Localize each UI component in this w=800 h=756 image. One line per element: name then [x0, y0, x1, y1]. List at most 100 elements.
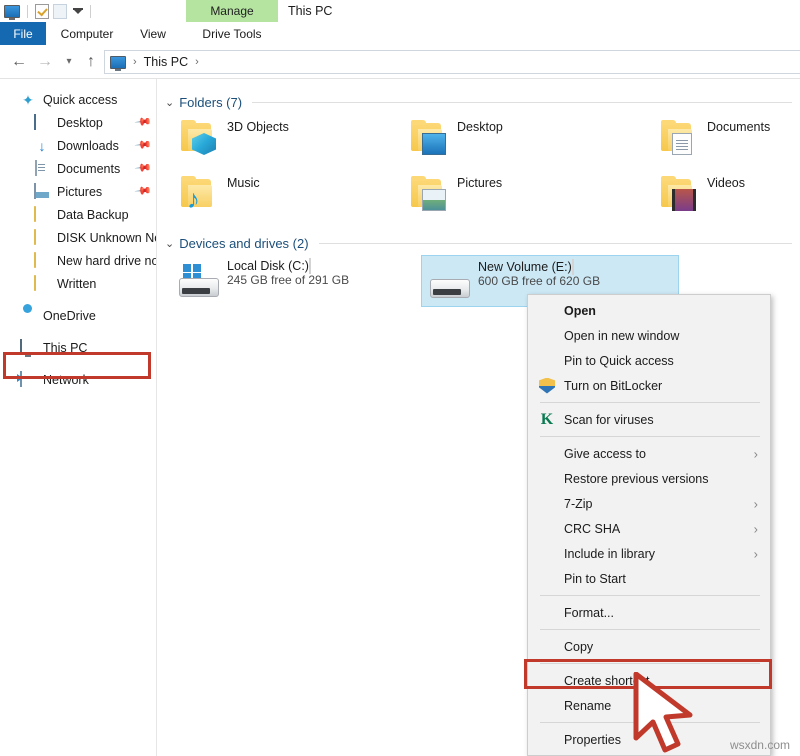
music-note-glyph: ♪	[187, 189, 211, 211]
up-arrow-icon[interactable]: ↑	[80, 51, 102, 73]
sidebar-item-this-pc[interactable]: This PC	[0, 336, 156, 359]
drive-name: Local Disk (C:)	[227, 259, 309, 273]
menu-item-turn-on-bitlocker[interactable]: Turn on BitLocker	[528, 373, 770, 398]
chevron-right-icon: ›	[754, 447, 758, 460]
breadcrumb-separator: ›	[133, 56, 137, 68]
menu-separator	[540, 595, 760, 596]
folder-tile-desktop[interactable]: Desktop	[409, 119, 599, 167]
pictures-icon	[34, 184, 50, 200]
sidebar-item-documents[interactable]: Documents 📌	[0, 157, 156, 180]
folder-tile-3d-objects[interactable]: 3D Objects	[179, 119, 369, 167]
menu-separator	[540, 402, 760, 403]
folder-tile-videos[interactable]: Videos	[659, 175, 800, 223]
drive-tile-local-disk-c[interactable]: Local Disk (C:) 245 GB free of 291 GB	[171, 255, 429, 307]
menu-item-format[interactable]: Format...	[528, 600, 770, 625]
group-header-devices-and-drives[interactable]: ⌄ Devices and drives (2)	[165, 234, 792, 252]
sidebar-item-network[interactable]: Network	[0, 368, 156, 391]
contextual-group-manage: Manage	[186, 0, 278, 22]
sidebar-item-written[interactable]: Written	[0, 272, 156, 295]
menu-item-give-access-to[interactable]: Give access to ›	[528, 441, 770, 466]
menu-item-open-in-new-window[interactable]: Open in new window	[528, 323, 770, 348]
folder-tile-music[interactable]: ♪ Music	[179, 175, 369, 223]
this-pc-icon	[110, 56, 126, 69]
kaspersky-icon: K	[539, 412, 555, 428]
sidebar-item-quick-access[interactable]: ✦ Quick access	[0, 88, 156, 111]
menu-item-pin-to-quick-access[interactable]: Pin to Quick access	[528, 348, 770, 373]
shield-icon	[539, 378, 555, 394]
cloud-icon	[20, 308, 36, 324]
back-arrow-icon[interactable]: ←	[8, 51, 30, 73]
breadcrumb-separator: ›	[195, 56, 199, 68]
watermark: wsxdn.com	[730, 738, 790, 752]
sidebar-item-pictures[interactable]: Pictures 📌	[0, 180, 156, 203]
quick-access-toolbar[interactable]	[4, 2, 94, 20]
this-pc-icon[interactable]	[4, 5, 20, 18]
menu-separator	[540, 629, 760, 630]
folder-icon	[659, 175, 699, 209]
menu-item-pin-to-start[interactable]: Pin to Start	[528, 566, 770, 591]
photo-glyph	[422, 189, 446, 211]
chevron-down-icon[interactable]: ⌄	[165, 96, 174, 109]
star-icon: ✦	[20, 92, 36, 108]
capacity-bar	[572, 259, 574, 275]
menu-item-open[interactable]: Open	[528, 298, 770, 323]
navigation-bar: ← → ▾ ↑ › This PC ›	[0, 45, 800, 79]
menu-item-restore-previous-versions[interactable]: Restore previous versions	[528, 466, 770, 491]
forward-arrow-icon[interactable]: →	[34, 51, 56, 73]
menu-item-crc-sha[interactable]: CRC SHA ›	[528, 516, 770, 541]
pin-icon: 📌	[133, 183, 148, 199]
menu-item-copy[interactable]: Copy	[528, 634, 770, 659]
toolbar-divider	[90, 5, 91, 18]
group-divider	[252, 102, 792, 103]
video-glyph	[672, 189, 696, 211]
pin-icon: 📌	[133, 160, 148, 176]
sidebar-item-disk-unknown-not[interactable]: DISK Unknown Not	[0, 226, 156, 249]
folder-icon	[34, 230, 50, 246]
sidebar-item-desktop[interactable]: Desktop 📌	[0, 111, 156, 134]
new-folder-icon[interactable]	[53, 4, 67, 19]
group-title: Folders (7)	[179, 95, 242, 110]
tab-view[interactable]: View	[130, 22, 176, 45]
tab-file[interactable]: File	[0, 22, 46, 45]
customize-dropdown-icon[interactable]	[73, 9, 83, 14]
navigation-pane: ✦ Quick access Desktop 📌 ↓ Downloads 📌 D…	[0, 79, 157, 756]
this-pc-icon	[20, 340, 36, 356]
chevron-down-icon[interactable]: ⌄	[165, 237, 174, 250]
documents-icon	[34, 161, 50, 177]
breadcrumb-this-pc[interactable]: This PC	[144, 55, 188, 69]
folder-icon	[659, 119, 699, 153]
drive-free-space: 600 GB free of 620 GB	[478, 274, 600, 288]
hard-drive-icon	[175, 264, 223, 304]
hard-drive-icon	[426, 265, 474, 305]
menu-item-7-zip[interactable]: 7-Zip ›	[528, 491, 770, 516]
group-divider	[319, 243, 792, 244]
chevron-right-icon: ›	[754, 547, 758, 560]
properties-icon[interactable]	[35, 4, 49, 19]
folder-tile-documents[interactable]: Documents	[659, 119, 800, 167]
folder-tile-pictures[interactable]: Pictures	[409, 175, 599, 223]
tab-computer[interactable]: Computer	[52, 22, 122, 45]
ribbon-tabstrip: File Computer View Drive Tools	[0, 22, 800, 46]
drive-name: New Volume (E:)	[478, 260, 572, 274]
menu-separator	[540, 663, 760, 664]
group-header-folders[interactable]: ⌄ Folders (7)	[165, 93, 792, 111]
sidebar-item-onedrive[interactable]: OneDrive	[0, 304, 156, 327]
recent-locations-icon[interactable]: ▾	[58, 51, 80, 73]
sidebar-item-downloads[interactable]: ↓ Downloads 📌	[0, 134, 156, 157]
menu-item-include-in-library[interactable]: Include in library ›	[528, 541, 770, 566]
contextual-group-label: Manage	[210, 4, 253, 18]
address-bar[interactable]: › This PC ›	[104, 50, 800, 74]
tab-drive-tools[interactable]: Drive Tools	[186, 22, 278, 45]
document-glyph	[672, 133, 692, 155]
folder-icon	[409, 175, 449, 209]
toolbar-divider	[27, 5, 28, 18]
folder-icon	[34, 207, 50, 223]
sidebar-item-data-backup[interactable]: Data Backup	[0, 203, 156, 226]
network-icon	[20, 372, 36, 388]
menu-item-scan-for-viruses[interactable]: K Scan for viruses	[528, 407, 770, 432]
capacity-bar	[309, 258, 311, 274]
sidebar-item-new-hard-drive-not[interactable]: New hard drive not	[0, 249, 156, 272]
monitor-glyph	[422, 133, 446, 155]
downloads-icon: ↓	[34, 138, 50, 154]
folder-icon	[34, 276, 50, 292]
